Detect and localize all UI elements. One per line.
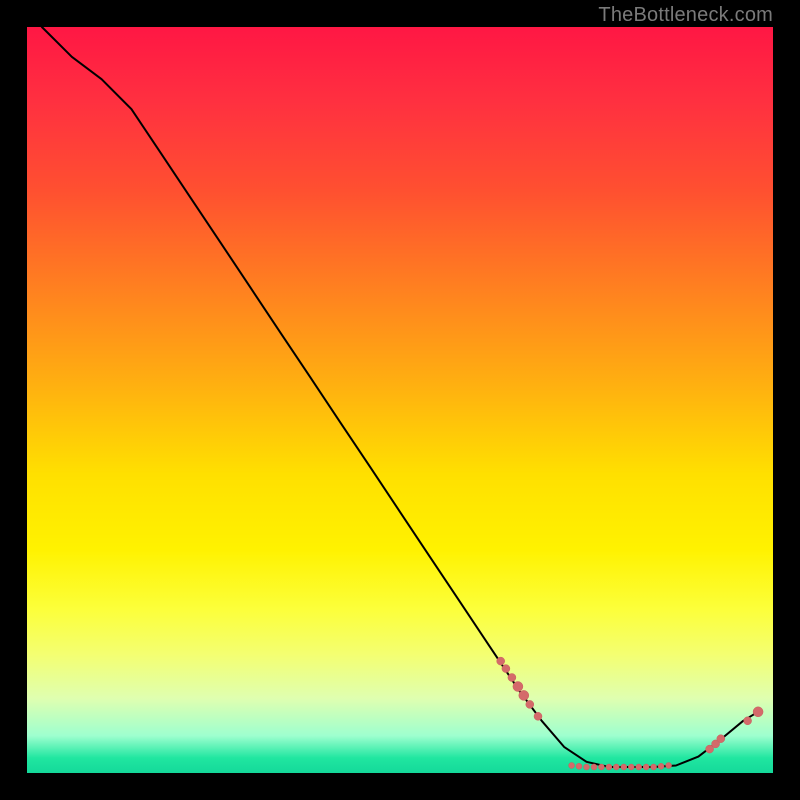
data-marker [606, 764, 612, 770]
data-marker [613, 764, 619, 770]
data-marker [658, 763, 664, 769]
chart-stage: TheBottleneck.com [0, 0, 800, 800]
data-marker [666, 763, 672, 769]
data-marker [753, 707, 763, 717]
data-marker [584, 764, 590, 770]
data-marker [576, 763, 582, 769]
chart-svg [27, 27, 773, 773]
data-marker [519, 690, 529, 700]
data-marker [513, 682, 523, 692]
data-marker [526, 700, 534, 708]
data-marker [643, 764, 649, 770]
data-marker [621, 764, 627, 770]
data-marker [636, 764, 642, 770]
plot-area [27, 27, 773, 773]
data-marker [598, 764, 604, 770]
data-marker [502, 665, 510, 673]
bottleneck-curve [42, 27, 758, 767]
data-marker [628, 764, 634, 770]
watermark-text: TheBottleneck.com [598, 4, 773, 27]
data-marker [534, 712, 542, 720]
data-marker [651, 764, 657, 770]
data-marker [497, 657, 505, 665]
data-marker [744, 717, 752, 725]
data-marker [569, 763, 575, 769]
data-marker [717, 735, 725, 743]
data-marker [508, 674, 516, 682]
data-marker [591, 764, 597, 770]
markers-group [497, 657, 763, 770]
